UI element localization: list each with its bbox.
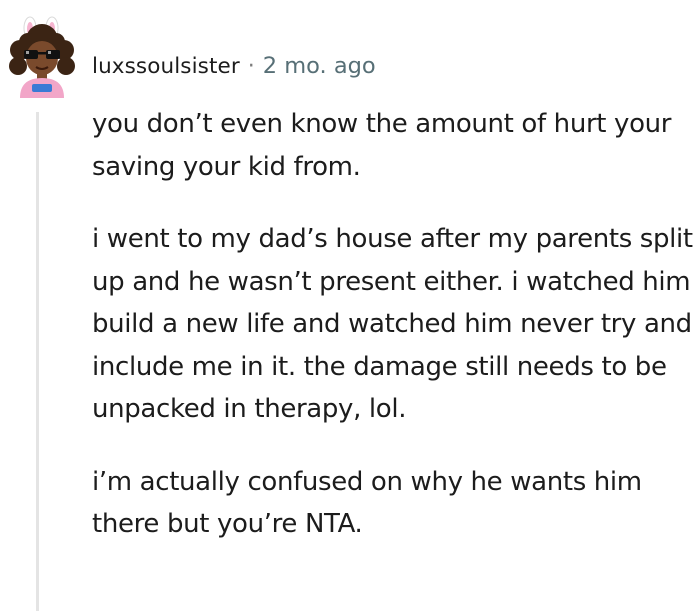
- comment-paragraph: i went to my dad’s house after my parent…: [92, 224, 693, 424]
- comment-paragraph: you don’t even know the amount of hurt y…: [92, 109, 672, 182]
- comment-paragraph: i’m actually confused on why he wants hi…: [92, 466, 642, 540]
- comment-body: you don’t even know the amount of hurt y…: [92, 103, 696, 576]
- avatar-icon: [9, 16, 75, 98]
- comment: luxssoulsister · 2 mo. ago you don’t even …: [0, 0, 700, 611]
- author-username[interactable]: luxssoulsister: [92, 54, 240, 79]
- user-avatar[interactable]: [6, 16, 78, 98]
- comment-timestamp[interactable]: 2 mo. ago: [263, 53, 376, 79]
- thread-line[interactable]: [36, 112, 39, 611]
- meta-separator: ·: [247, 54, 255, 79]
- comment-meta: luxssoulsister · 2 mo. ago: [92, 48, 376, 85]
